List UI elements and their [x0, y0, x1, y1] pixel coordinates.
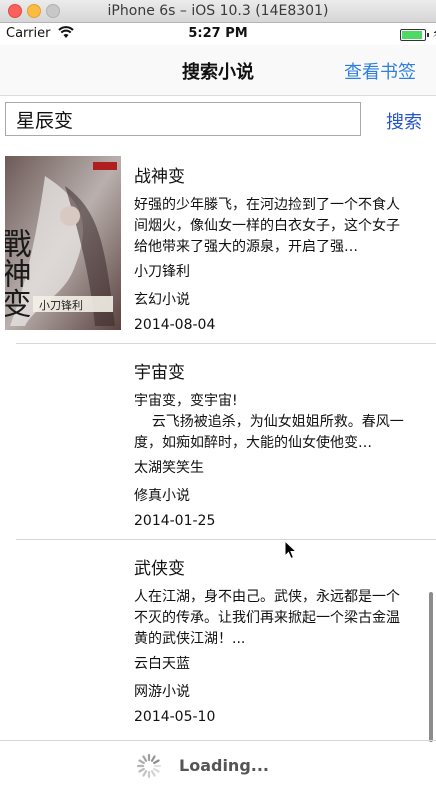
- charging-bolt-icon: ⚡: [432, 27, 436, 40]
- loading-footer: Loading...: [0, 740, 436, 791]
- simulator-title-bar: iPhone 6s – iOS 10.3 (14E8301): [0, 0, 436, 23]
- book-date: 2014-05-10: [134, 709, 216, 725]
- book-description: 人在江湖，身不由己。武侠，永远都是一个不灭的传承。让我们再来掀起一个梁古金温黄的…: [134, 589, 400, 647]
- book-row[interactable]: 武侠变 人在江湖，身不由己。武侠，永远都是一个不灭的传承。让我们再来掀起一个梁古…: [0, 540, 436, 736]
- status-time: 5:27 PM: [188, 26, 248, 41]
- scrollbar[interactable]: [429, 592, 433, 742]
- book-description: 好强的少年滕飞，在河边捡到了一个不食人间烟火，像仙女一样的白衣女子，这个女子给他…: [134, 197, 400, 255]
- navigation-bar: 搜索小说 查看书签: [0, 45, 436, 96]
- cover-author-text: 小刀锋利: [39, 299, 83, 312]
- search-input[interactable]: [5, 102, 361, 136]
- book-list: 戰神变 小刀锋利 战神变 好强的少年滕飞，在河边捡到了一个不食人间烟火，像仙女一…: [0, 148, 436, 738]
- book-title: 战神变: [134, 167, 185, 187]
- book-row[interactable]: 戰神变 小刀锋利 战神变 好强的少年滕飞，在河边捡到了一个不食人间烟火，像仙女一…: [0, 148, 436, 344]
- window-title: iPhone 6s – iOS 10.3 (14E8301): [107, 3, 329, 19]
- book-author: 太湖笑笑生: [134, 460, 204, 476]
- status-bar: Carrier 5:27 PM ⚡: [0, 23, 436, 45]
- search-bar: 搜索: [0, 96, 436, 148]
- book-cover-image: 戰神变 小刀锋利: [5, 156, 121, 330]
- book-date: 2014-08-04: [134, 317, 216, 333]
- cover-title-text: 戰神变: [5, 228, 32, 318]
- book-description: 宇宙变，变宇宙! 云飞扬被追杀，为仙女姐姐所救。春风一度，如痴如醉时，大能的仙女…: [134, 393, 404, 451]
- book-title: 宇宙变: [134, 363, 185, 383]
- book-category: 玄幻小说: [134, 292, 190, 308]
- mouse-pointer-icon: [284, 539, 298, 564]
- book-category: 网游小说: [134, 684, 190, 700]
- search-button[interactable]: 搜索: [386, 108, 422, 134]
- loading-label: Loading...: [179, 756, 269, 775]
- battery-icon: ⚡: [400, 27, 436, 41]
- book-author: 小刀锋利: [134, 264, 190, 280]
- activity-spinner-icon: [136, 753, 162, 783]
- book-date: 2014-01-25: [134, 513, 216, 529]
- book-category: 修真小说: [134, 488, 190, 504]
- book-row[interactable]: 宇宙变 宇宙变，变宇宙! 云飞扬被追杀，为仙女姐姐所救。春风一度，如痴如醉时，大…: [0, 344, 436, 540]
- book-title: 武侠变: [134, 559, 185, 579]
- book-author: 云白天蓝: [134, 656, 190, 672]
- view-bookmarks-button[interactable]: 查看书签: [344, 58, 416, 84]
